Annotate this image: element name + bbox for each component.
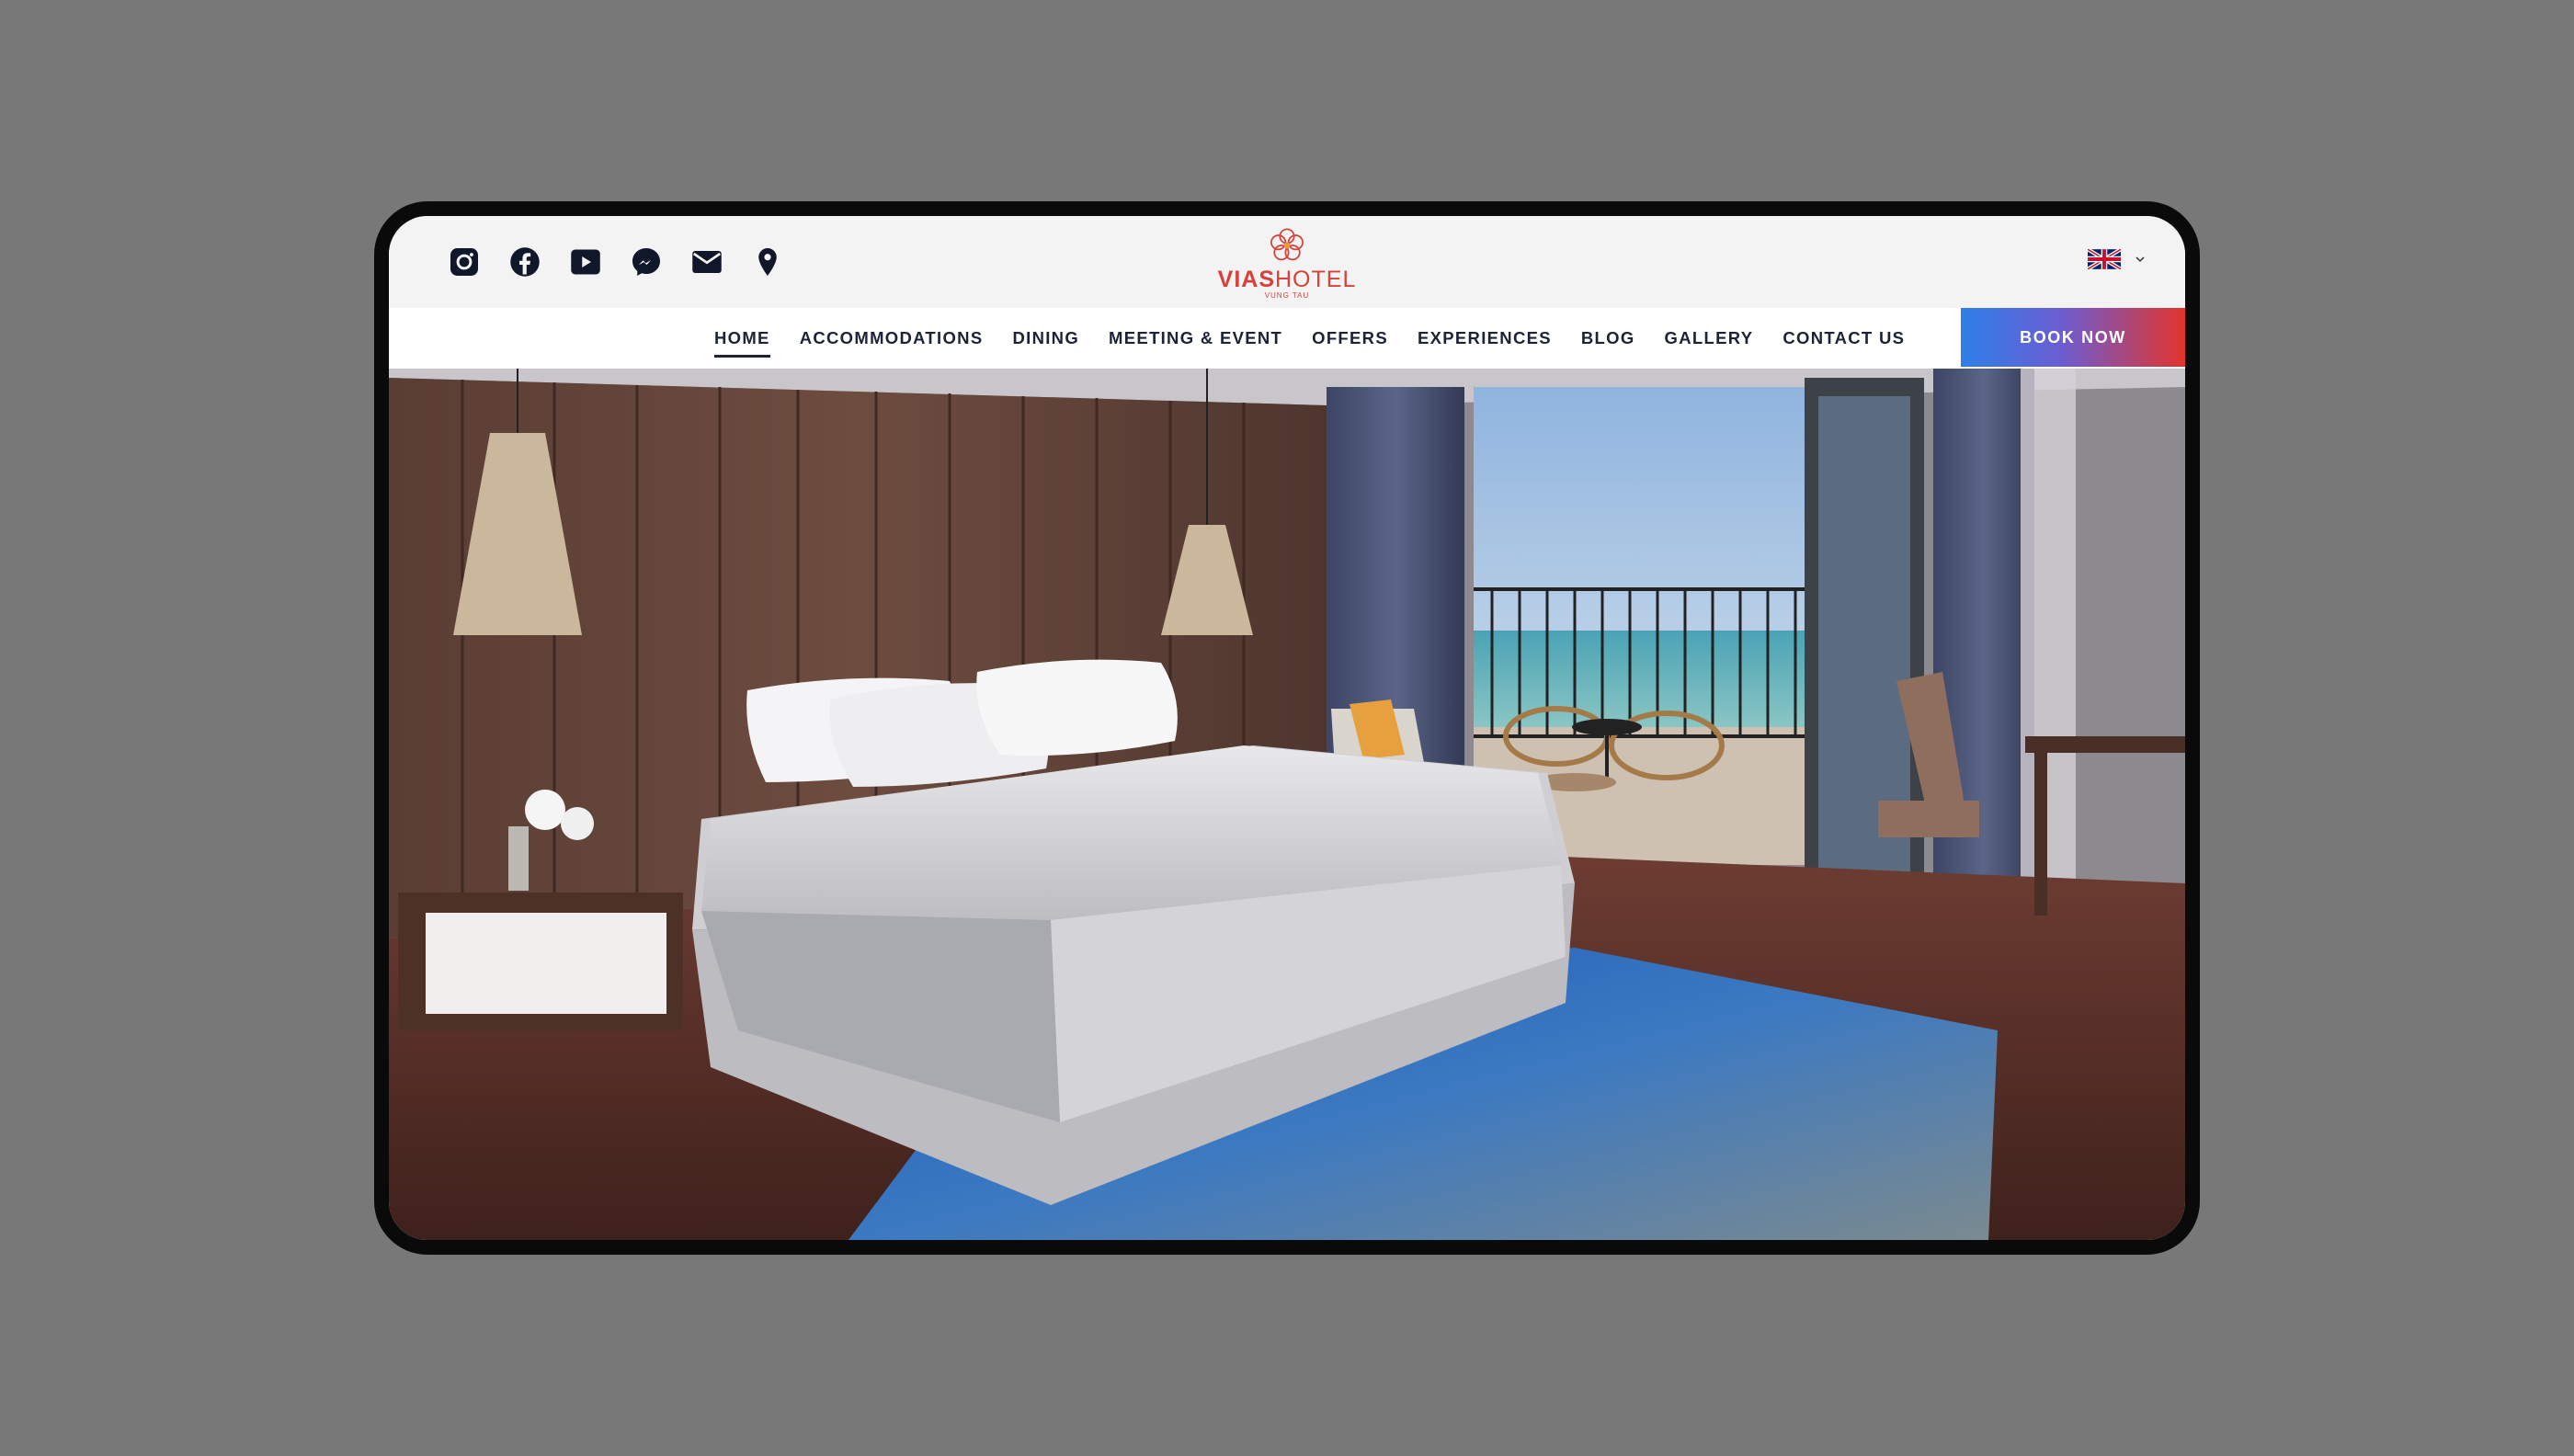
device-frame: VIASHOTEL VUNG TAU HOME ACCOMMODATIONS D…	[374, 201, 2200, 1255]
nav-offers[interactable]: OFFERS	[1312, 323, 1388, 354]
main-navigation-bar: HOME ACCOMMODATIONS DINING MEETING & EVE…	[389, 308, 2185, 369]
messenger-icon[interactable]	[630, 245, 663, 279]
header-top-bar: VIASHOTEL VUNG TAU	[389, 216, 2185, 308]
chevron-down-icon	[2136, 256, 2145, 263]
uk-flag-icon	[2088, 249, 2121, 269]
nav-gallery[interactable]: GALLERY	[1665, 323, 1754, 354]
nav-meeting-event[interactable]: MEETING & EVENT	[1109, 323, 1282, 354]
hero-image	[389, 369, 2185, 1240]
youtube-icon[interactable]	[569, 245, 602, 279]
hotel-room-photo	[389, 369, 2185, 1240]
logo-wordmark: VIASHOTEL	[1195, 267, 1379, 291]
instagram-icon[interactable]	[448, 245, 481, 279]
hotel-logo[interactable]: VIASHOTEL VUNG TAU	[1195, 225, 1379, 301]
location-pin-icon[interactable]	[751, 245, 784, 279]
flower-logo-icon	[1270, 228, 1304, 261]
mail-icon[interactable]	[690, 245, 723, 279]
facebook-icon[interactable]	[508, 245, 541, 279]
logo-name-light: HOTEL	[1275, 267, 1357, 292]
nav-experiences[interactable]: EXPERIENCES	[1418, 323, 1552, 354]
logo-subtitle: VUNG TAU	[1264, 291, 1310, 300]
social-links	[448, 245, 784, 279]
nav-blog[interactable]: BLOG	[1581, 323, 1635, 354]
language-selector[interactable]	[2088, 249, 2147, 269]
book-now-button[interactable]: BOOK NOW	[1961, 308, 2185, 367]
nav-accommodations[interactable]: ACCOMMODATIONS	[800, 323, 984, 354]
main-nav: HOME ACCOMMODATIONS DINING MEETING & EVE…	[714, 308, 1934, 369]
nav-home[interactable]: HOME	[714, 323, 770, 358]
browser-viewport: VIASHOTEL VUNG TAU HOME ACCOMMODATIONS D…	[389, 216, 2185, 1240]
logo-name-bold: VIAS	[1217, 267, 1275, 292]
nav-contact-us[interactable]: CONTACT US	[1782, 323, 1905, 354]
nav-dining[interactable]: DINING	[1012, 323, 1079, 354]
